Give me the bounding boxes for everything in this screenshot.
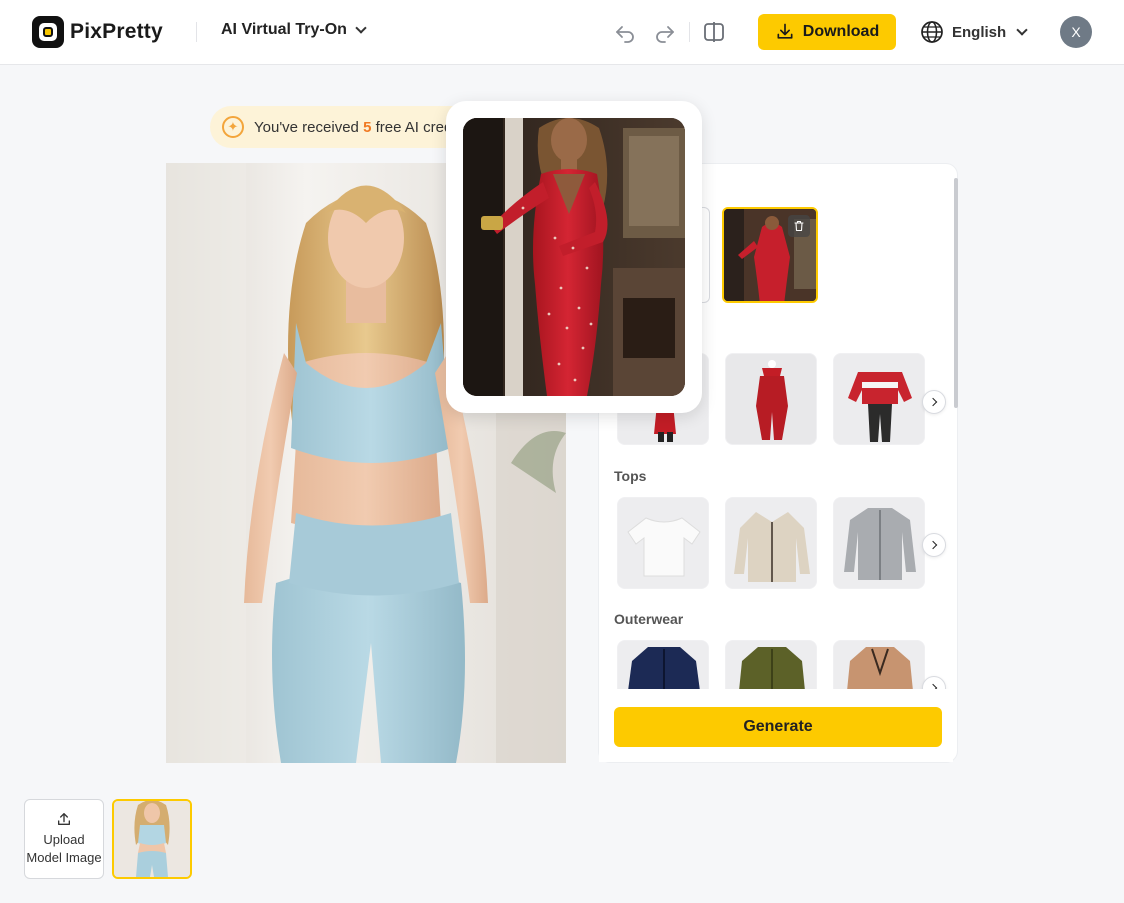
undo-icon[interactable] xyxy=(613,20,637,44)
compare-icon[interactable] xyxy=(702,20,726,44)
download-label: Download xyxy=(802,23,880,40)
model-thumbnail-photo xyxy=(114,801,190,877)
panel-scrollbar[interactable] xyxy=(954,178,958,408)
sparkle-icon: ✦ xyxy=(222,116,244,138)
section-title-tops: Tops xyxy=(614,468,647,484)
logo-icon xyxy=(32,16,64,48)
redo-icon[interactable] xyxy=(653,20,677,44)
language-label: English xyxy=(952,23,1007,41)
outfit-thumbnail[interactable] xyxy=(833,353,925,445)
chevron-right-icon xyxy=(928,540,938,550)
upload-icon xyxy=(58,813,70,825)
download-button[interactable]: Download xyxy=(758,14,896,50)
next-tops-button[interactable] xyxy=(922,533,946,557)
language-selector[interactable]: English xyxy=(920,20,1028,44)
section-title-outerwear: Outerwear xyxy=(614,611,684,627)
brand-name: PixPretty xyxy=(70,20,163,43)
next-outfits-button[interactable] xyxy=(922,390,946,414)
tool-name: AI Virtual Try-On xyxy=(221,21,347,38)
upload-label-line1: Upload xyxy=(43,832,85,847)
upload-label-line2: Model Image xyxy=(26,850,102,865)
credits-banner: ✦ You've received 5 free AI credits xyxy=(210,106,480,148)
credits-text: You've received 5 free AI credits xyxy=(254,119,467,136)
tops-thumbnail[interactable] xyxy=(833,497,925,589)
trash-icon[interactable] xyxy=(788,215,810,237)
generate-button[interactable]: Generate xyxy=(614,707,942,747)
chevron-right-icon xyxy=(928,397,938,407)
user-avatar[interactable]: X xyxy=(1060,16,1092,48)
selected-garment[interactable] xyxy=(722,207,818,303)
download-icon xyxy=(777,23,793,39)
tool-selector[interactable]: AI Virtual Try-On xyxy=(221,21,367,39)
outfit-thumbnail[interactable] xyxy=(725,353,817,445)
tops-thumbnail[interactable] xyxy=(617,497,709,589)
garment-preview-popover xyxy=(446,101,702,413)
divider xyxy=(689,22,690,42)
upload-model-button[interactable]: Upload Model Image xyxy=(24,799,104,879)
chevron-down-icon xyxy=(1016,24,1028,36)
garment-preview-image xyxy=(463,118,685,396)
model-thumbnail[interactable] xyxy=(112,799,192,879)
chevron-down-icon xyxy=(355,22,367,34)
credits-prefix: You've received xyxy=(254,118,364,136)
globe-icon xyxy=(921,21,943,43)
brand-logo[interactable]: PixPretty xyxy=(32,16,163,48)
tops-thumbnail[interactable] xyxy=(725,497,817,589)
top-bar: PixPretty AI Virtual Try-On Download Eng… xyxy=(0,0,1124,65)
divider xyxy=(196,22,197,42)
